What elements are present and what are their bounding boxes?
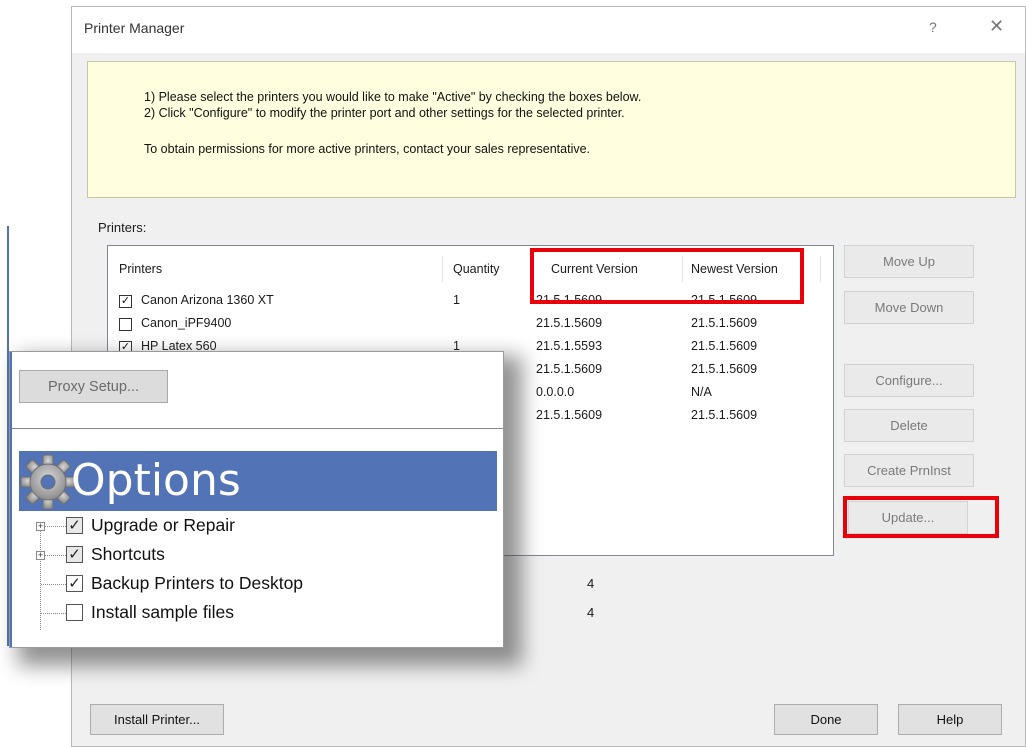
option-label: Shortcuts bbox=[91, 544, 165, 564]
printer-name: Canon_iPF9400 bbox=[141, 316, 232, 330]
title-bar: Printer Manager ? ✕ bbox=[72, 7, 1025, 53]
table-row[interactable]: ✓ Canon Arizona 1360 XT 1 21.5.1.5609 21… bbox=[108, 293, 833, 316]
option-install-sample-files[interactable]: Install sample files bbox=[19, 602, 497, 624]
option-label: Install sample files bbox=[91, 602, 234, 622]
expand-icon[interactable]: + bbox=[36, 551, 45, 560]
window-title: Printer Manager bbox=[84, 20, 185, 36]
option-upgrade-or-repair[interactable]: + ✓ Upgrade or Repair bbox=[19, 515, 497, 537]
delete-button[interactable]: Delete bbox=[844, 409, 974, 442]
gear-icon bbox=[20, 454, 76, 510]
instruction-line-1: 1) Please select the printers you would … bbox=[144, 90, 642, 104]
shortcuts-checkbox[interactable]: ✓ bbox=[66, 546, 83, 563]
upgrade-or-repair-checkbox[interactable]: ✓ bbox=[66, 517, 83, 534]
instruction-line-2: 2) Click "Configure" to modify the print… bbox=[144, 106, 625, 120]
column-header-quantity[interactable]: Quantity bbox=[453, 262, 500, 276]
printer-current-version: 21.5.1.5609 bbox=[536, 408, 603, 422]
printer-newest-version: 21.5.1.5609 bbox=[691, 408, 758, 422]
close-icon[interactable]: ✕ bbox=[989, 16, 1004, 37]
expand-icon[interactable]: + bbox=[36, 522, 45, 531]
printer-current-version: 21.5.1.5609 bbox=[536, 293, 603, 307]
table-row[interactable]: Canon_iPF9400 21.5.1.5609 21.5.1.5609 bbox=[108, 316, 833, 339]
column-header-current-version[interactable]: Current Version bbox=[551, 262, 638, 276]
instructions-panel: 1) Please select the printers you would … bbox=[87, 61, 1016, 198]
configure-button[interactable]: Configure... bbox=[844, 364, 974, 397]
install-sample-files-checkbox[interactable] bbox=[66, 604, 83, 621]
panel-edge bbox=[10, 352, 12, 647]
divider bbox=[12, 428, 503, 429]
column-header-printers[interactable]: Printers bbox=[119, 262, 162, 276]
printer-name: Canon Arizona 1360 XT bbox=[141, 293, 274, 307]
printer-current-version: 21.5.1.5593 bbox=[536, 339, 603, 353]
options-tree: + ✓ Upgrade or Repair + ✓ Shortcuts ✓ Ba… bbox=[19, 515, 497, 645]
column-separator bbox=[532, 256, 533, 282]
printer-quantity: 1 bbox=[453, 293, 460, 307]
printer-active-checkbox[interactable] bbox=[119, 318, 132, 331]
option-backup-printers[interactable]: ✓ Backup Printers to Desktop bbox=[19, 573, 497, 595]
option-label: Upgrade or Repair bbox=[91, 515, 235, 535]
printer-newest-version: 21.5.1.5609 bbox=[691, 339, 758, 353]
column-separator bbox=[820, 256, 821, 282]
create-prninst-button[interactable]: Create PrnInst bbox=[844, 454, 974, 487]
help-button[interactable]: Help bbox=[898, 704, 1002, 735]
printer-newest-version: 21.5.1.5609 bbox=[691, 362, 758, 376]
column-separator bbox=[442, 256, 443, 282]
instruction-line-3: To obtain permissions for more active pr… bbox=[144, 142, 591, 156]
printer-newest-version: N/A bbox=[691, 385, 712, 399]
backup-printers-checkbox[interactable]: ✓ bbox=[66, 575, 83, 592]
column-separator bbox=[682, 256, 683, 282]
printer-current-version: 21.5.1.5609 bbox=[536, 316, 603, 330]
move-down-button[interactable]: Move Down bbox=[844, 291, 974, 324]
printer-current-version: 21.5.1.5609 bbox=[536, 362, 603, 376]
option-label: Backup Printers to Desktop bbox=[91, 573, 304, 593]
column-header-newest-version[interactable]: Newest Version bbox=[691, 262, 778, 276]
options-panel: Proxy Setup... Options + ✓ Upgrade or Re… bbox=[9, 351, 504, 648]
done-button[interactable]: Done bbox=[774, 704, 878, 735]
move-up-button[interactable]: Move Up bbox=[844, 245, 974, 278]
stat-value: 4 bbox=[587, 576, 595, 591]
printer-newest-version: 21.5.1.5609 bbox=[691, 293, 758, 307]
help-icon[interactable]: ? bbox=[929, 19, 937, 35]
printer-current-version: 0.0.0.0 bbox=[536, 385, 575, 399]
update-button[interactable]: Update... bbox=[848, 501, 968, 534]
install-printer-button[interactable]: Install Printer... bbox=[90, 704, 224, 735]
printer-newest-version: 21.5.1.5609 bbox=[691, 316, 758, 330]
options-header: Options bbox=[19, 451, 497, 511]
options-title: Options bbox=[71, 455, 241, 506]
printers-group-label: Printers: bbox=[98, 220, 147, 235]
stat-value: 4 bbox=[587, 605, 595, 620]
printer-active-checkbox[interactable]: ✓ bbox=[119, 295, 132, 308]
proxy-setup-button[interactable]: Proxy Setup... bbox=[19, 370, 168, 403]
option-shortcuts[interactable]: + ✓ Shortcuts bbox=[19, 544, 497, 566]
